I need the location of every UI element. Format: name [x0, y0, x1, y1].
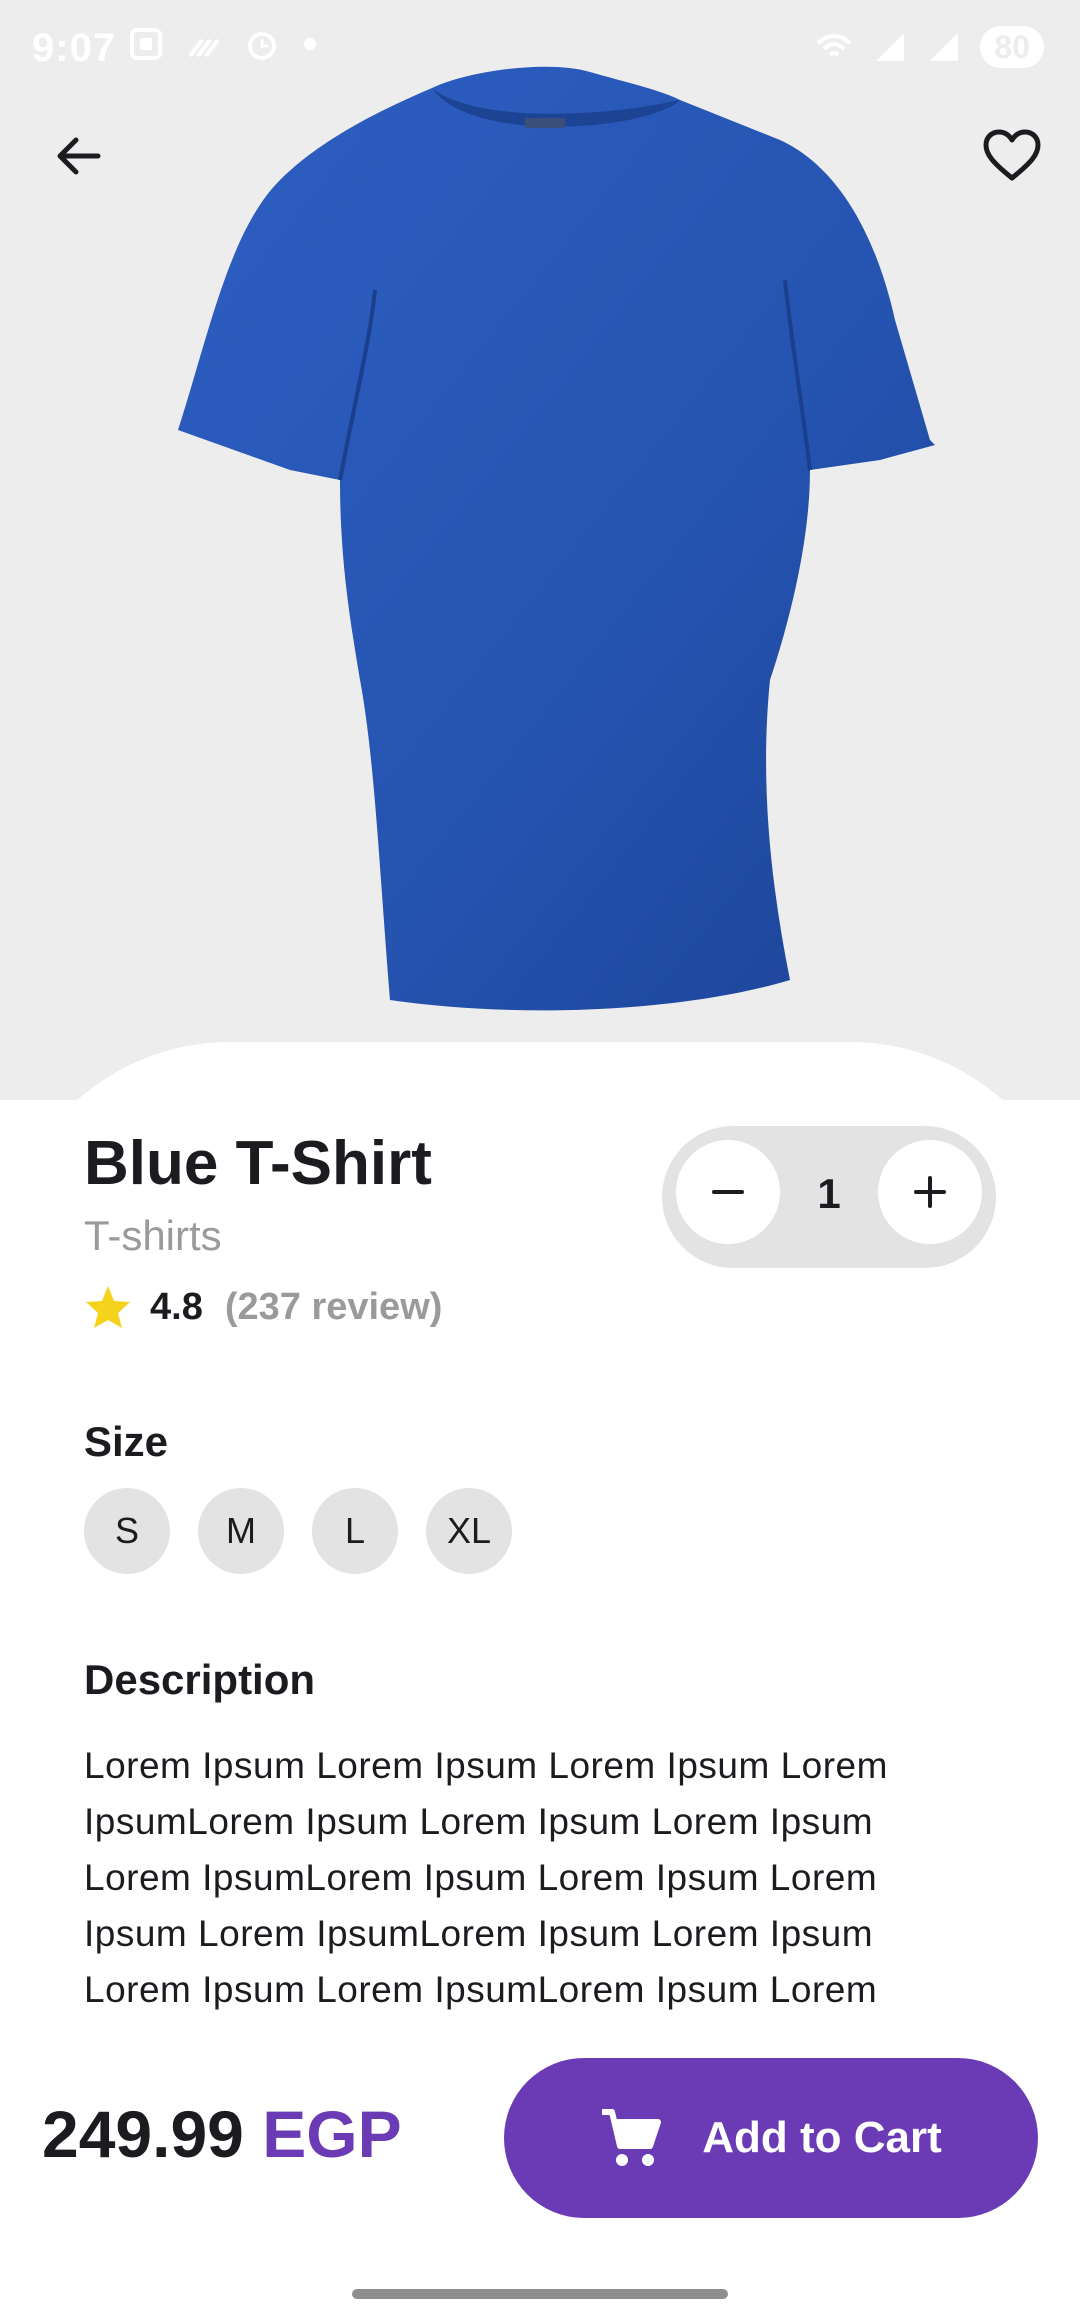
product-image-area: 9:07 80 [0, 0, 1080, 1100]
wifi-icon [817, 34, 852, 57]
tshirt-image [178, 66, 935, 1011]
arrow-left-icon [57, 137, 101, 175]
review-count: (237 review) [224, 1285, 443, 1328]
description-label: Description [84, 1656, 316, 1703]
size-option-m[interactable]: M [198, 1488, 284, 1574]
description-text: Lorem Ipsum Lorem Ipsum Lorem Ipsum Lore… [84, 1745, 888, 2010]
plus-icon [914, 1176, 946, 1208]
signal-slash-icon [188, 38, 220, 58]
rating-value: 4.8 [150, 1285, 203, 1328]
size-label: Size [84, 1418, 169, 1465]
alarm-icon [248, 32, 276, 60]
battery-level: 80 [980, 26, 1044, 68]
status-bar: 9:07 80 [0, 0, 1080, 96]
price: 249.99 EGP [42, 2096, 402, 2172]
product-category: T-shirts [84, 1212, 222, 1259]
signal-icon-2 [930, 33, 959, 61]
add-to-cart-button[interactable]: Add to Cart [504, 2058, 1038, 2218]
size-option-xl[interactable]: XL [426, 1488, 512, 1574]
heart-icon [983, 129, 1041, 181]
size-option-l[interactable]: L [312, 1488, 398, 1574]
dot-icon [304, 38, 316, 50]
add-to-cart-label: Add to Cart [702, 2113, 942, 2162]
screenshot-icon [130, 28, 162, 60]
price-amount: 249.99 [42, 2097, 244, 2171]
size-options: S M L XL [84, 1488, 512, 1574]
size-option-s[interactable]: S [84, 1488, 170, 1574]
favorite-button[interactable] [974, 118, 1050, 194]
product-title: Blue T-Shirt [84, 1129, 432, 1198]
home-indicator[interactable] [352, 2289, 728, 2299]
star-icon [86, 1286, 130, 1328]
status-time: 9:07 [32, 26, 117, 70]
increase-quantity-button[interactable] [878, 1140, 982, 1244]
quantity-stepper: 1 [662, 1126, 996, 1268]
back-button[interactable] [40, 118, 116, 194]
cart-icon [602, 2109, 662, 2166]
signal-icon [876, 33, 905, 61]
price-currency: EGP [262, 2097, 402, 2171]
product-rating: 4.8 (237 review) [84, 1284, 442, 1330]
